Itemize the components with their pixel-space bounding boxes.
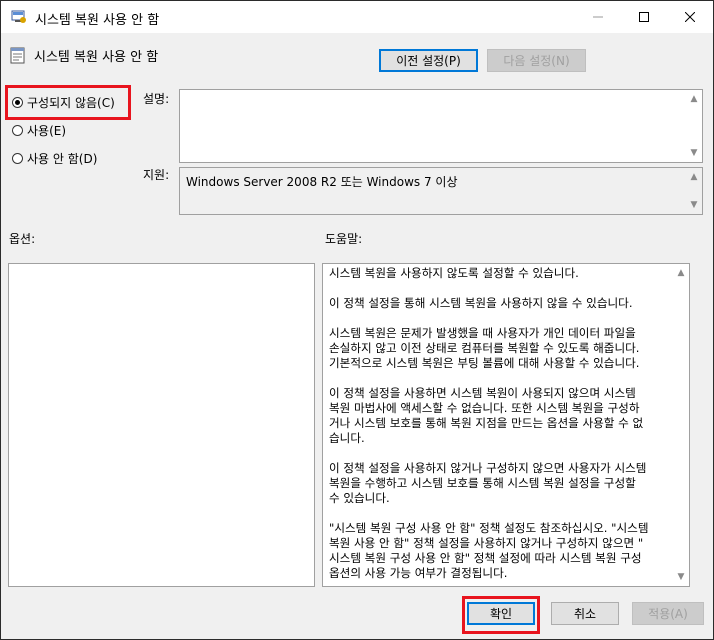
radio-label: 사용(E) bbox=[27, 124, 67, 138]
minimize-button[interactable] bbox=[575, 1, 621, 33]
help-paragraph: 시스템 복원을 사용하지 않도록 설정할 수 있습니다. bbox=[329, 266, 579, 280]
help-label: 도움말: bbox=[325, 232, 363, 246]
radio-button[interactable] bbox=[12, 125, 23, 136]
dialog-window: 시스템 복원 사용 안 함 시스템 복원 사용 안 함 이전 설정(P) 다음 … bbox=[0, 0, 714, 640]
radio-label: 구성되지 않음(C) bbox=[27, 96, 115, 110]
previous-setting-button[interactable]: 이전 설정(P) bbox=[379, 49, 478, 72]
cancel-button[interactable]: 취소 bbox=[551, 602, 619, 625]
next-setting-button[interactable]: 다음 설정(N) bbox=[487, 49, 586, 72]
options-panel[interactable] bbox=[8, 263, 315, 587]
supported-scrollbar[interactable]: ▲ ▼ bbox=[686, 168, 702, 214]
minimize-icon bbox=[593, 16, 603, 18]
maximize-icon bbox=[639, 12, 649, 22]
apply-button[interactable]: 적용(A) bbox=[632, 602, 704, 625]
radio-enabled[interactable]: 사용(E) bbox=[12, 122, 66, 139]
scroll-up-icon[interactable]: ▲ bbox=[689, 94, 699, 104]
scroll-up-icon[interactable]: ▲ bbox=[689, 172, 699, 182]
window-title: 시스템 복원 사용 안 함 bbox=[35, 13, 160, 28]
help-scrollbar[interactable]: ▲ ▼ bbox=[673, 264, 689, 586]
radio-disabled[interactable]: 사용 안 함(D) bbox=[12, 150, 97, 167]
ok-button[interactable]: 확인 bbox=[467, 602, 535, 625]
scroll-down-icon[interactable]: ▼ bbox=[689, 200, 699, 210]
help-paragraph: 시스템 복원은 문제가 발생했을 때 사용자가 개인 데이터 파일을 손실하지 … bbox=[329, 326, 640, 370]
scroll-down-icon[interactable]: ▼ bbox=[689, 148, 699, 158]
radio-button[interactable] bbox=[12, 153, 23, 164]
comment-field[interactable]: ▲ ▼ bbox=[179, 89, 703, 163]
scroll-up-icon[interactable]: ▲ bbox=[676, 268, 686, 278]
comment-scrollbar[interactable]: ▲ ▼ bbox=[686, 90, 702, 162]
policy-title: 시스템 복원 사용 안 함 bbox=[34, 50, 159, 65]
maximize-button[interactable] bbox=[621, 1, 667, 33]
title-bar[interactable]: 시스템 복원 사용 안 함 bbox=[1, 1, 713, 33]
group-policy-icon bbox=[11, 10, 27, 24]
help-panel[interactable]: 시스템 복원을 사용하지 않도록 설정할 수 있습니다. 이 정책 설정을 통해… bbox=[322, 263, 690, 587]
scroll-down-icon[interactable]: ▼ bbox=[676, 572, 686, 582]
help-paragraph: 이 정책 설정을 사용하면 시스템 복원이 사용되지 않으며 시스템 복원 마법… bbox=[329, 386, 644, 445]
help-paragraph: "시스템 복원 구성 사용 안 함" 정책 설정도 참조하십시오. "시스템 복… bbox=[329, 521, 649, 580]
help-paragraph: 이 정책 설정을 사용하지 않거나 구성하지 않으면 사용자가 시스템 복원을 … bbox=[329, 461, 647, 505]
radio-not-configured[interactable]: 구성되지 않음(C) bbox=[12, 94, 115, 111]
radio-label: 사용 안 함(D) bbox=[27, 152, 98, 166]
help-paragraph: 이 정책 설정을 통해 시스템 복원을 사용하지 않을 수 있습니다. bbox=[329, 296, 633, 310]
close-icon bbox=[685, 12, 695, 22]
help-text: 시스템 복원을 사용하지 않도록 설정할 수 있습니다. 이 정책 설정을 통해… bbox=[329, 266, 675, 596]
close-button[interactable] bbox=[667, 1, 713, 33]
supported-value: Windows Server 2008 R2 또는 Windows 7 이상 bbox=[186, 175, 458, 189]
options-label: 옵션: bbox=[9, 232, 36, 246]
comment-label: 설명: bbox=[143, 92, 170, 106]
policy-setting-icon bbox=[10, 47, 26, 65]
supported-field: Windows Server 2008 R2 또는 Windows 7 이상 ▲… bbox=[179, 167, 703, 215]
supported-label: 지원: bbox=[143, 168, 170, 182]
radio-button-checked[interactable] bbox=[12, 97, 23, 108]
